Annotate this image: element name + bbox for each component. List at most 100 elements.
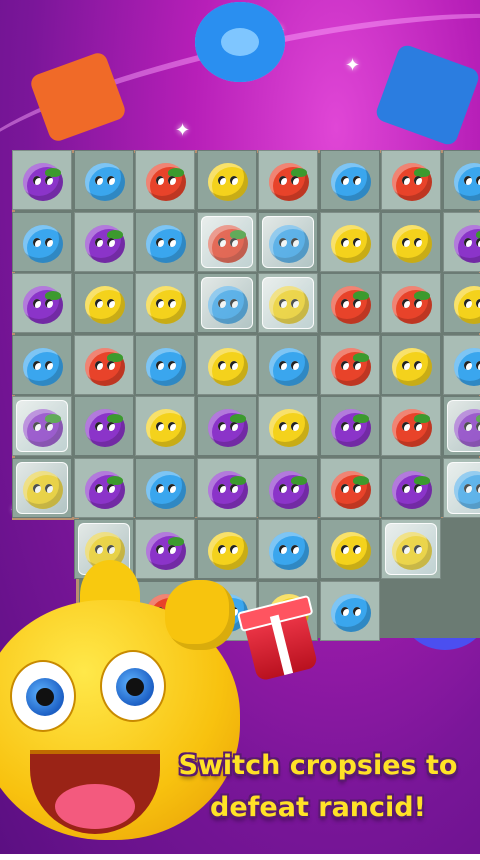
- board-cell[interactable]: [381, 519, 441, 579]
- yellow-cropsie-icon[interactable]: [392, 532, 432, 570]
- board-cell[interactable]: [320, 212, 380, 272]
- purple-cropsie-icon[interactable]: [208, 471, 248, 509]
- board-cell[interactable]: [12, 396, 72, 456]
- board-cell[interactable]: [258, 335, 318, 395]
- board-cell[interactable]: [135, 273, 195, 333]
- board-cell[interactable]: [320, 150, 380, 210]
- board-cell[interactable]: [320, 396, 380, 456]
- board-cell[interactable]: [443, 212, 480, 272]
- board-cell[interactable]: [258, 519, 318, 579]
- yellow-cropsie-icon[interactable]: [85, 286, 125, 324]
- purple-cropsie-icon[interactable]: [392, 471, 432, 509]
- board-cell[interactable]: [381, 335, 441, 395]
- blue-cropsie-icon[interactable]: [331, 594, 371, 632]
- board-cell[interactable]: [443, 458, 480, 518]
- red-cropsie-icon[interactable]: [146, 163, 186, 201]
- yellow-cropsie-icon[interactable]: [23, 471, 63, 509]
- board-cell[interactable]: [320, 273, 380, 333]
- yellow-cropsie-icon[interactable]: [331, 225, 371, 263]
- board-cell[interactable]: [12, 335, 72, 395]
- yellow-cropsie-icon[interactable]: [269, 409, 309, 447]
- blue-cropsie-icon[interactable]: [269, 348, 309, 386]
- board-cell[interactable]: [443, 396, 480, 456]
- board-cell[interactable]: [197, 396, 257, 456]
- board-cell[interactable]: [258, 212, 318, 272]
- purple-cropsie-icon[interactable]: [85, 409, 125, 447]
- board-cell[interactable]: [197, 150, 257, 210]
- board-cell[interactable]: [443, 150, 480, 210]
- board-cell[interactable]: [74, 150, 134, 210]
- yellow-cropsie-icon[interactable]: [269, 286, 309, 324]
- yellow-cropsie-icon[interactable]: [146, 409, 186, 447]
- blue-cropsie-icon[interactable]: [85, 163, 125, 201]
- board-cell[interactable]: [74, 212, 134, 272]
- red-cropsie-icon[interactable]: [331, 348, 371, 386]
- board-cell[interactable]: [12, 458, 72, 518]
- red-cropsie-icon[interactable]: [392, 409, 432, 447]
- blue-cropsie-icon[interactable]: [146, 471, 186, 509]
- blue-cropsie-icon[interactable]: [146, 225, 186, 263]
- purple-cropsie-icon[interactable]: [454, 225, 480, 263]
- board-cell[interactable]: [381, 212, 441, 272]
- red-cropsie-icon[interactable]: [208, 225, 248, 263]
- board-cell[interactable]: [381, 273, 441, 333]
- blue-cropsie-icon[interactable]: [454, 163, 480, 201]
- board-cell[interactable]: [12, 212, 72, 272]
- board-cell[interactable]: [258, 150, 318, 210]
- purple-cropsie-icon[interactable]: [23, 286, 63, 324]
- board-cell[interactable]: [197, 335, 257, 395]
- yellow-cropsie-icon[interactable]: [208, 348, 248, 386]
- board-cell[interactable]: [197, 212, 257, 272]
- blue-cropsie-icon[interactable]: [331, 163, 371, 201]
- blue-cropsie-icon[interactable]: [146, 348, 186, 386]
- board-cell[interactable]: [135, 150, 195, 210]
- board-cell[interactable]: [197, 458, 257, 518]
- board-cell[interactable]: [197, 273, 257, 333]
- blue-cropsie-icon[interactable]: [23, 225, 63, 263]
- board-cell[interactable]: [74, 273, 134, 333]
- board-cell[interactable]: [381, 396, 441, 456]
- yellow-cropsie-icon[interactable]: [392, 348, 432, 386]
- board-cell[interactable]: [443, 335, 480, 395]
- board-cell[interactable]: [74, 335, 134, 395]
- purple-cropsie-icon[interactable]: [85, 225, 125, 263]
- board-cell[interactable]: [135, 212, 195, 272]
- blue-cropsie-icon[interactable]: [208, 286, 248, 324]
- red-cropsie-icon[interactable]: [331, 471, 371, 509]
- red-cropsie-icon[interactable]: [85, 348, 125, 386]
- board-cell[interactable]: [74, 396, 134, 456]
- yellow-cropsie-icon[interactable]: [146, 286, 186, 324]
- yellow-cropsie-icon[interactable]: [331, 532, 371, 570]
- red-cropsie-icon[interactable]: [392, 163, 432, 201]
- red-cropsie-icon[interactable]: [392, 286, 432, 324]
- board-cell[interactable]: [12, 150, 72, 210]
- board-cell[interactable]: [135, 458, 195, 518]
- board-cell[interactable]: [381, 150, 441, 210]
- red-cropsie-icon[interactable]: [269, 163, 309, 201]
- purple-cropsie-icon[interactable]: [269, 471, 309, 509]
- board-cell[interactable]: [443, 273, 480, 333]
- board-cell[interactable]: [12, 273, 72, 333]
- board-cell[interactable]: [320, 458, 380, 518]
- board-cell[interactable]: [135, 396, 195, 456]
- board-cell[interactable]: [320, 335, 380, 395]
- board-cell[interactable]: [135, 335, 195, 395]
- purple-cropsie-icon[interactable]: [85, 471, 125, 509]
- board-cell[interactable]: [381, 458, 441, 518]
- blue-cropsie-icon[interactable]: [454, 348, 480, 386]
- yellow-cropsie-icon[interactable]: [454, 286, 480, 324]
- yellow-cropsie-icon[interactable]: [208, 163, 248, 201]
- blue-cropsie-icon[interactable]: [269, 225, 309, 263]
- yellow-cropsie-icon[interactable]: [392, 225, 432, 263]
- board-cell[interactable]: [320, 519, 380, 579]
- purple-cropsie-icon[interactable]: [331, 409, 371, 447]
- purple-cropsie-icon[interactable]: [23, 163, 63, 201]
- red-cropsie-icon[interactable]: [331, 286, 371, 324]
- purple-cropsie-icon[interactable]: [23, 409, 63, 447]
- board-cell[interactable]: [258, 273, 318, 333]
- board-cell[interactable]: [320, 581, 380, 641]
- blue-cropsie-icon[interactable]: [23, 348, 63, 386]
- board-cell[interactable]: [258, 458, 318, 518]
- board-cell[interactable]: [258, 396, 318, 456]
- board-cell[interactable]: [74, 458, 134, 518]
